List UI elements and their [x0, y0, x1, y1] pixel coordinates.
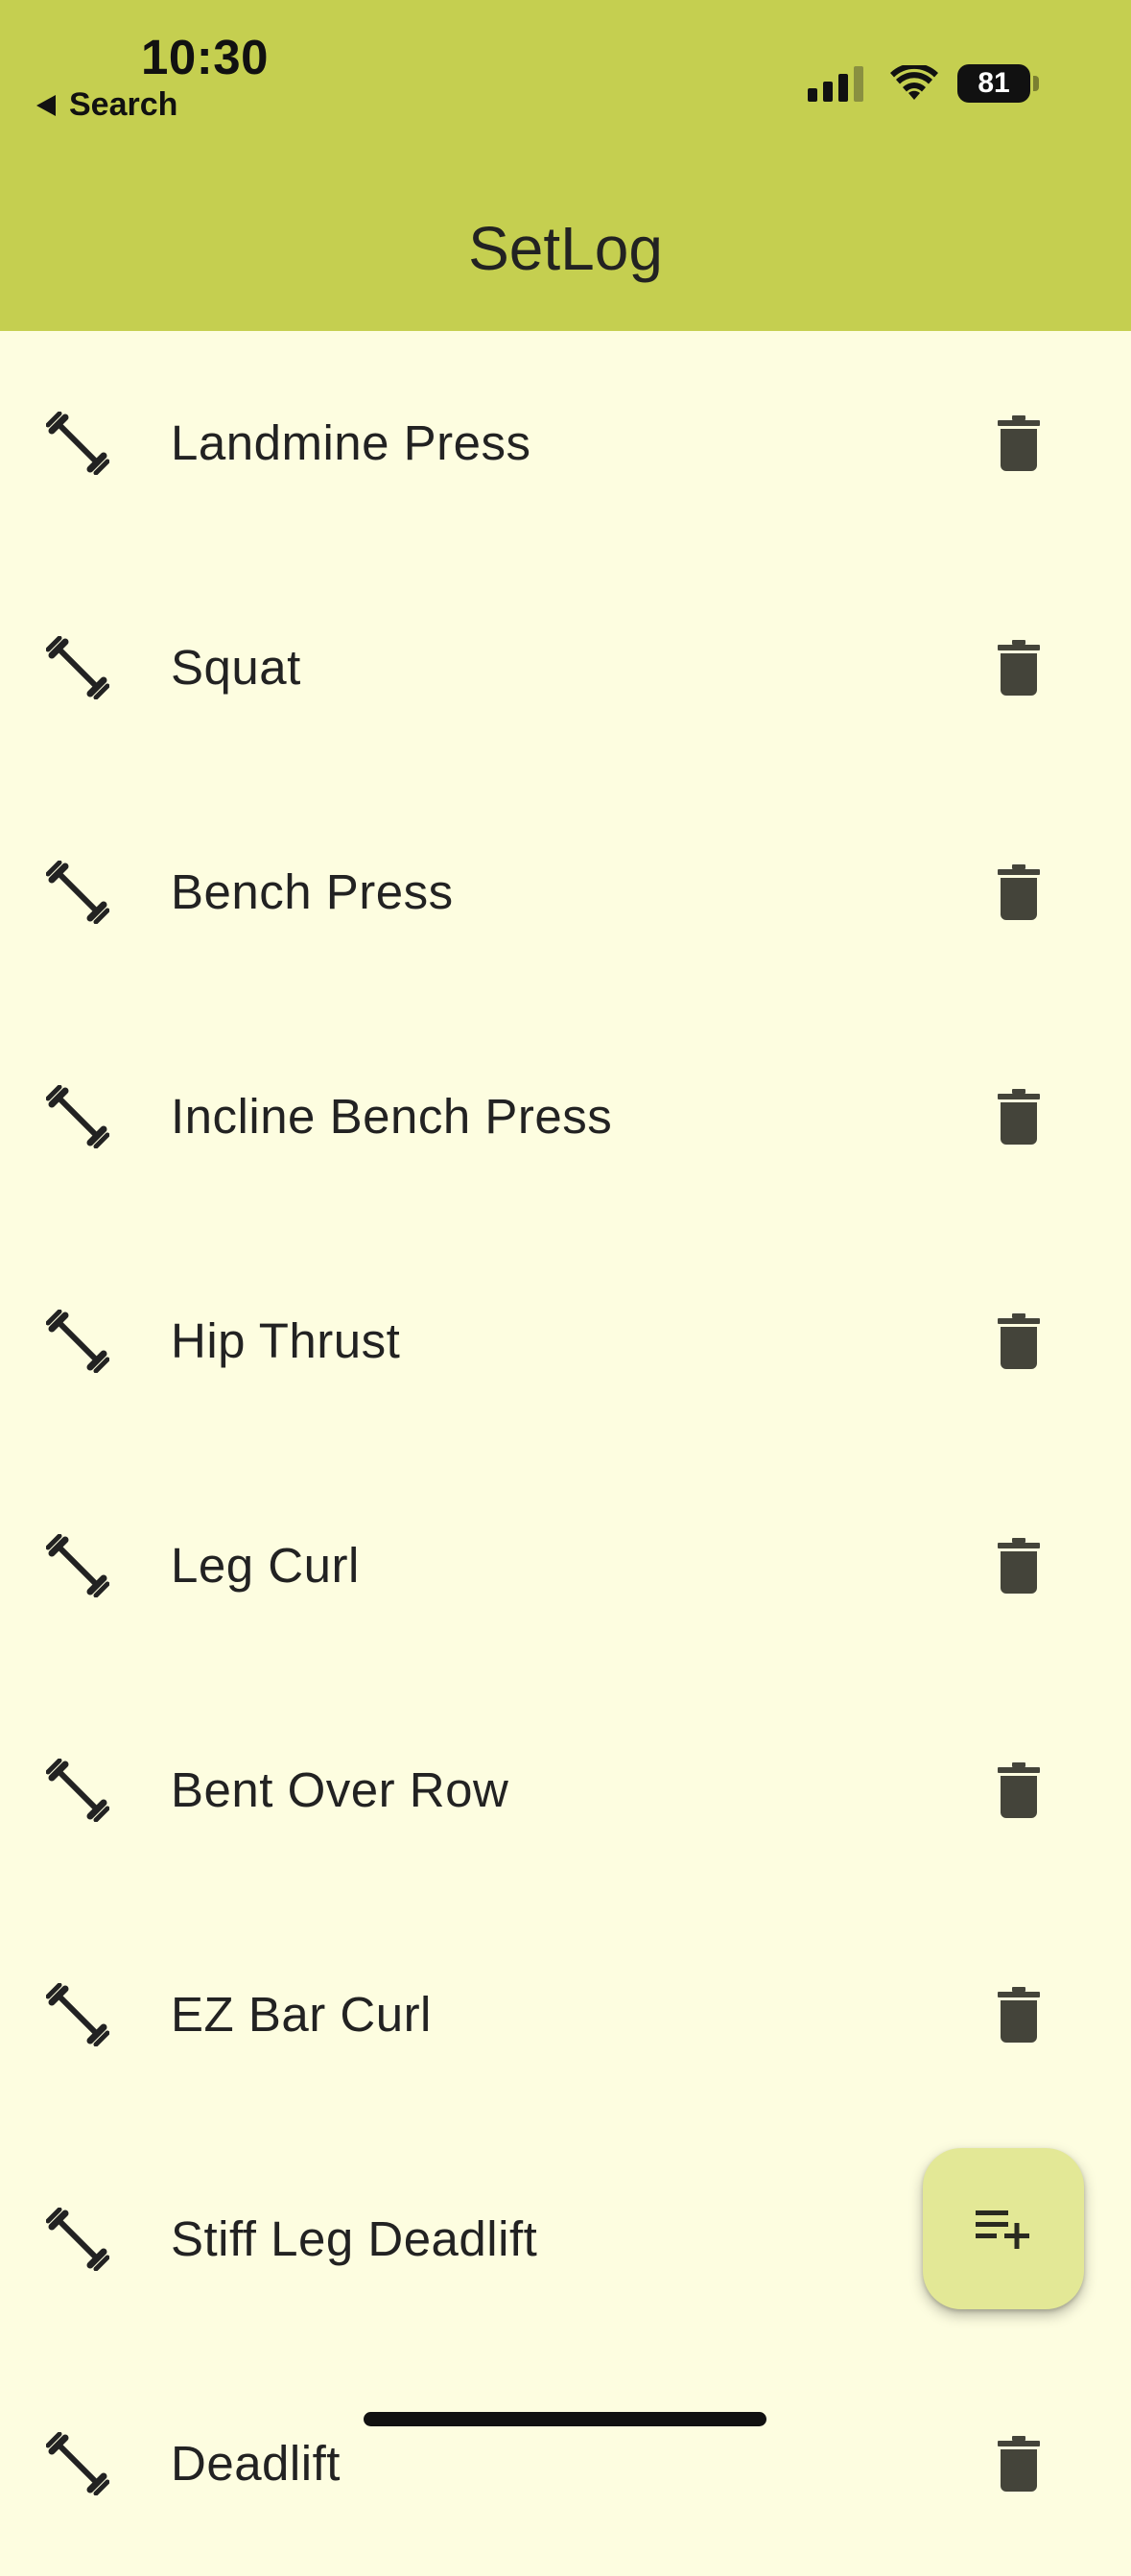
- battery-icon: 81: [957, 64, 1030, 103]
- battery-level: 81: [978, 67, 1010, 99]
- exercise-row[interactable]: Bent Over Row: [0, 1678, 1131, 1902]
- exercise-row[interactable]: Incline Bench Press: [0, 1004, 1131, 1229]
- trash-icon: [996, 1987, 1042, 2046]
- battery-cap: [1033, 76, 1039, 91]
- app-bar: 10:30 Search 81 SetLog: [0, 0, 1131, 331]
- dumbbell-icon: [45, 2431, 110, 2496]
- exercise-name: Leg Curl: [171, 1538, 360, 1593]
- status-icons: 81: [808, 59, 1039, 107]
- dumbbell-icon: [45, 411, 110, 476]
- delete-exercise-button[interactable]: [996, 415, 1042, 471]
- delete-exercise-button[interactable]: [996, 2436, 1042, 2492]
- dumbbell-icon: [45, 635, 110, 700]
- trash-icon: [996, 415, 1042, 475]
- delete-exercise-button[interactable]: [996, 1313, 1042, 1369]
- back-arrow-icon: [36, 94, 56, 116]
- playlist-add-icon: [976, 2210, 1029, 2249]
- exercise-name: Landmine Press: [171, 415, 531, 470]
- home-indicator[interactable]: [364, 2412, 766, 2426]
- exercise-name: Hip Thrust: [171, 1313, 401, 1368]
- delete-exercise-button[interactable]: [996, 1089, 1042, 1145]
- add-exercise-button[interactable]: [923, 2148, 1084, 2309]
- dumbbell-icon: [45, 1758, 110, 1823]
- dumbbell-icon: [45, 1084, 110, 1149]
- exercise-name: Incline Bench Press: [171, 1089, 613, 1144]
- trash-icon: [996, 1538, 1042, 1597]
- dumbbell-icon: [45, 1309, 110, 1374]
- trash-icon: [996, 1762, 1042, 1822]
- exercise-row[interactable]: Squat: [0, 555, 1131, 780]
- exercise-row[interactable]: Deadlift: [0, 2351, 1131, 2576]
- exercise-row[interactable]: Leg Curl: [0, 1453, 1131, 1678]
- delete-exercise-button[interactable]: [996, 864, 1042, 920]
- back-to-search-link[interactable]: Search: [36, 86, 177, 124]
- trash-icon: [996, 640, 1042, 699]
- exercise-name: Bench Press: [171, 864, 454, 919]
- trash-icon: [996, 2436, 1042, 2495]
- exercise-row[interactable]: EZ Bar Curl: [0, 1902, 1131, 2127]
- exercise-row[interactable]: Hip Thrust: [0, 1229, 1131, 1453]
- delete-exercise-button[interactable]: [996, 1762, 1042, 1818]
- trash-icon: [996, 864, 1042, 924]
- exercise-name: Deadlift: [171, 2436, 341, 2491]
- delete-exercise-button[interactable]: [996, 1987, 1042, 2043]
- dumbbell-icon: [45, 860, 110, 925]
- exercise-name: EZ Bar Curl: [171, 1987, 432, 2042]
- status-time: 10:30: [141, 30, 269, 84]
- exercise-name: Squat: [171, 640, 301, 695]
- exercise-name: Bent Over Row: [171, 1762, 509, 1817]
- back-label: Search: [69, 86, 178, 123]
- exercise-row[interactable]: Landmine Press: [0, 331, 1131, 555]
- delete-exercise-button[interactable]: [996, 640, 1042, 696]
- page-title: SetLog: [468, 214, 663, 283]
- dumbbell-icon: [45, 2207, 110, 2272]
- dumbbell-icon: [45, 1982, 110, 2047]
- dumbbell-icon: [45, 1533, 110, 1598]
- cellular-signal-icon: [808, 65, 869, 102]
- delete-exercise-button[interactable]: [996, 1538, 1042, 1594]
- wifi-icon: [890, 65, 938, 100]
- trash-icon: [996, 1313, 1042, 1373]
- trash-icon: [996, 1089, 1042, 1148]
- exercise-row[interactable]: Bench Press: [0, 780, 1131, 1004]
- exercise-name: Stiff Leg Deadlift: [171, 2211, 538, 2266]
